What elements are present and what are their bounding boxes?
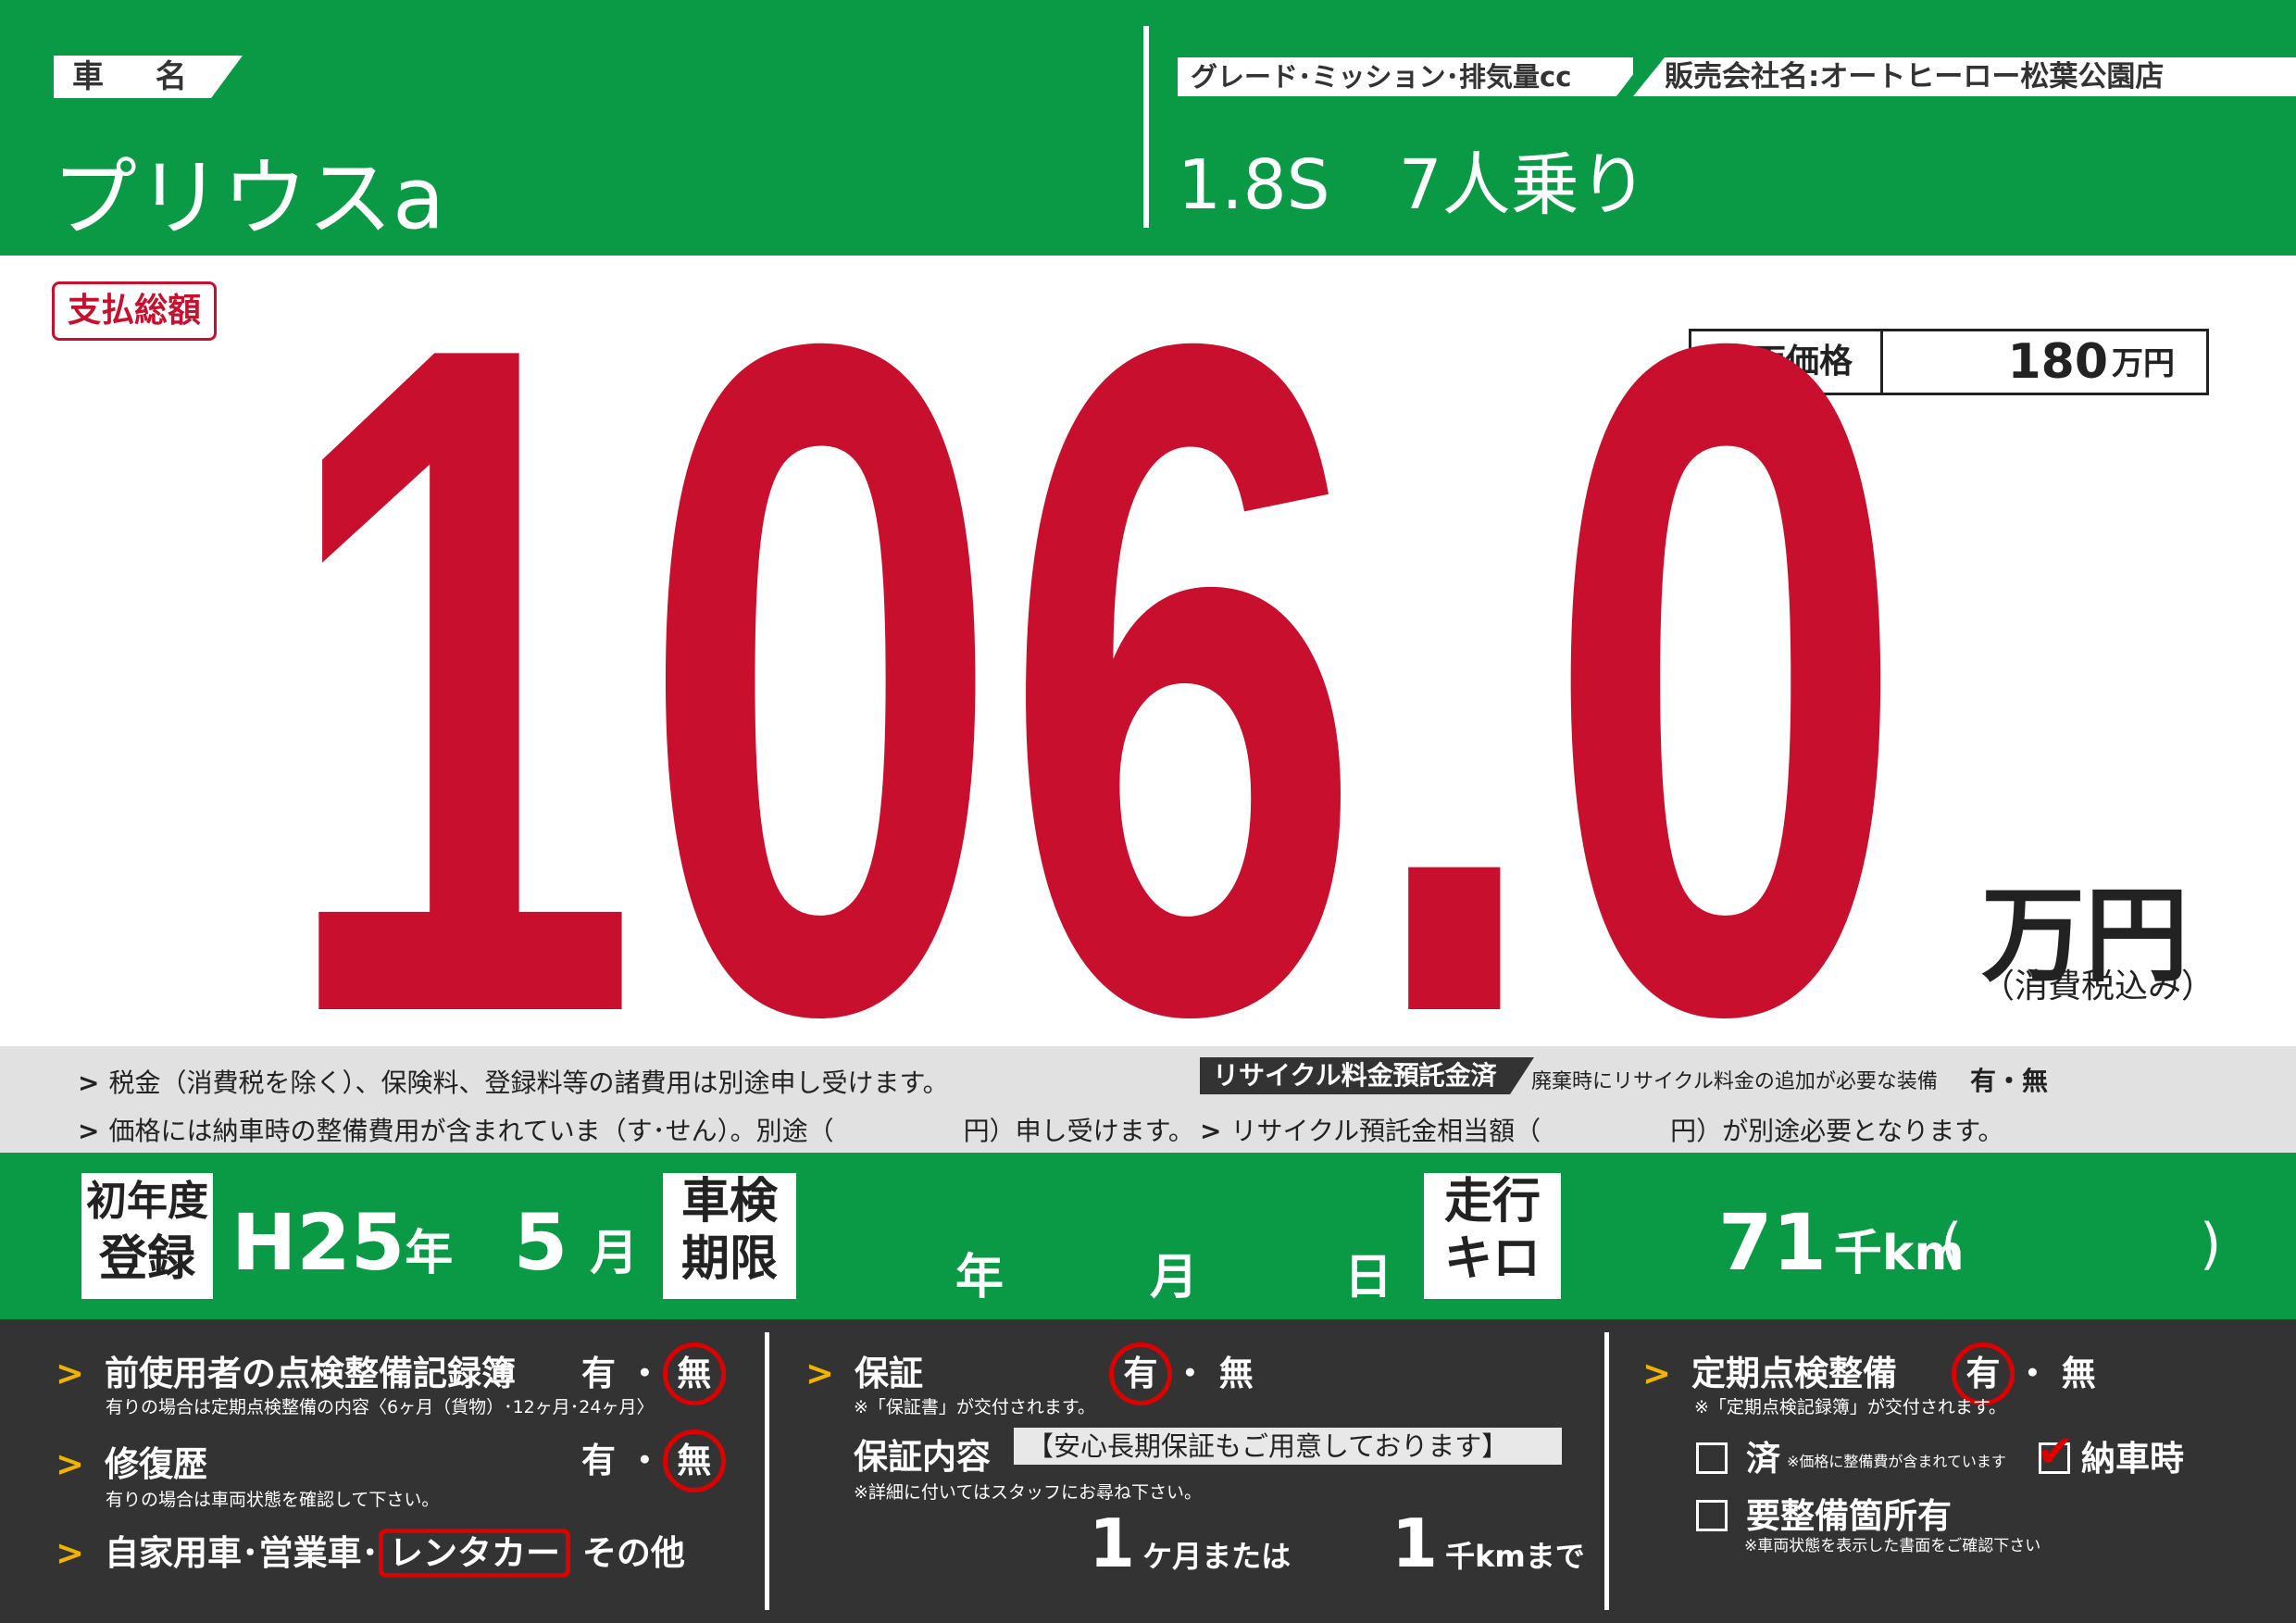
usage-type: > 自家用車･営業車･ レンタカー その他 [56,1525,685,1578]
repair-history-yesno: 有 ・ 無 [581,1429,726,1492]
note-maintenance: > 価格には納車時の整備費用が含まれていま（す･せん）。別途（ 円）申し受けます。 [78,1116,1194,1146]
grade-label: グレード･ミッション･排気量cc [1178,57,1646,96]
warranty-label: > 保証 [805,1354,924,1393]
done-checkbox[interactable] [1696,1442,1728,1474]
vehicle-price-unit: 万円 [2112,345,2175,382]
notes-band: > 税金（消費税を除く）、保険料、登録料等の諸費用は別途申し受けます。 > 価格には… [0,1046,2296,1153]
column-divider [1604,1332,1609,1610]
warranty-content-label: 保証内容 [854,1437,991,1477]
inspection-year-unit: 年 [955,1250,1004,1305]
header-band: 車 名 プリウスa グレード･ミッション･排気量cc 販売会社名:オートヒーロー… [0,0,2296,256]
periodic-inspection-label: > 定期点検整備 [1642,1354,1898,1393]
maintenance-done-note: ※価格に整備費が含まれています [1787,1453,2006,1470]
first-registration-label: 初年度 登録 [81,1173,213,1299]
car-name: プリウスa [52,149,445,248]
warranty-period: 1 ケ月または 1 千kmまで [1089,1504,1585,1582]
recycle-yesno: 有・無 [1970,1066,2049,1096]
record-book-label: > 前使用者の点検整備記録簿 [56,1354,517,1393]
first-registration-date: H25年 5月 [231,1197,639,1288]
dealer-label: 販売会社名:オートヒーロー松葉公園店 [1633,57,2296,96]
recycle-text: 廃棄時にリサイクル料金の追加が必要な装備 [1531,1070,1938,1093]
details-panel: > 前使用者の点検整備記録簿 有 ・ 無 有りの場合は定期点検整備の内容〈6ヶ月（… [0,1319,2296,1623]
repair-history-label: > 修復歴 [56,1444,208,1484]
inspection-month-unit: 月 [1150,1250,1199,1305]
recycle-tag: リサイクル料金預託金済 [1200,1057,1534,1094]
inspection-expiry-label: 車検 期限 [663,1173,796,1299]
needs-maintenance-option[interactable]: 要整備箇所有 [1696,1488,1952,1538]
delivery-checkbox[interactable]: ✔ [2037,1426,2081,1479]
record-book-note: 有りの場合は定期点検整備の内容〈6ヶ月（貨物）･12ヶ月･24ヶ月〉 [106,1397,655,1417]
grade-value: 1.8S 7人乗り [1178,145,1648,225]
total-price: 106.0 [259,147,1926,1212]
delivery-option[interactable]: ✔ 納車時 [2037,1426,2184,1480]
periodic-inspection-yesno: 有 ・ 無 [1952,1342,2096,1405]
note-fees: > 税金（消費税を除く）、保険料、登録料等の諸費用は別途申し受けます。 [78,1067,949,1098]
mileage-label: 走行 キロ [1424,1173,1561,1299]
mileage-value: 71 千km [1718,1197,1965,1288]
maintenance-done-option[interactable]: 済 [1696,1430,1780,1480]
mileage-paren-open: ( [1940,1212,1963,1277]
header-divider [1143,26,1149,228]
inspection-day-unit: 日 [1344,1250,1393,1305]
warranty-note: ※「保証書」が交付されます。 [854,1397,1096,1417]
warranty-content: 【安心長期保証もご用意しております】 [1014,1428,1562,1465]
car-name-label: 車 名 [54,56,243,98]
total-price-value: 106.0 [278,319,1907,1023]
column-divider [765,1332,769,1610]
periodic-inspection-note: ※「定期点検記録簿」が交付されます。 [1694,1397,2007,1417]
needs-maintenance-checkbox[interactable] [1696,1500,1728,1531]
note-recycle: > リサイクル預託金相当額（ 円）が別途必要となります。 [1200,1116,2004,1146]
needs-maintenance-note: ※車両状態を表示した書面をご確認下さい [1744,1537,2041,1555]
check-mark-icon: ✔ [2037,1426,2075,1478]
warranty-yesno: 有 ・ 無 [1109,1342,1254,1405]
warranty-detail-note: ※詳細に付いてはスタッフにお尋ね下さい。 [854,1482,1202,1503]
record-book-yesno: 有 ・ 無 [581,1342,726,1405]
info-band: 初年度 登録 H25年 5月 車検 期限 年 月 日 走行 キロ 71 千km (… [0,1153,2296,1319]
total-price-label: 支払総額 [52,281,218,341]
tax-included-note: （消費税込み） [1981,968,2215,1005]
repair-history-note: 有りの場合は車両状態を確認して下さい。 [106,1490,440,1510]
mileage-paren-close: ) [2200,1212,2222,1277]
